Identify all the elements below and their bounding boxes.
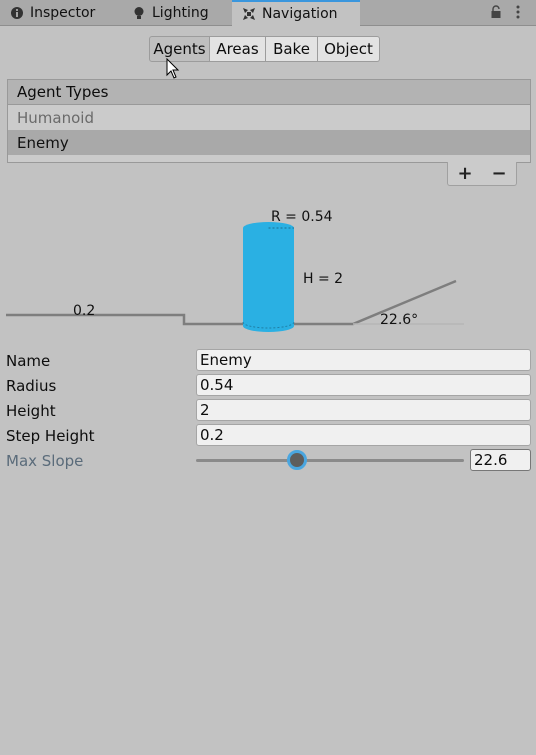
object-button[interactable]: Object: [318, 36, 380, 62]
height-field[interactable]: 2: [196, 399, 531, 421]
slope-angle-label: 22.6°: [380, 312, 418, 328]
tab-inspector[interactable]: Inspector: [0, 0, 118, 25]
tab-lighting[interactable]: Lighting: [122, 0, 230, 25]
mouse-cursor-icon: [166, 57, 180, 80]
areas-button[interactable]: Areas: [210, 36, 266, 62]
more-options-icon[interactable]: [510, 4, 526, 20]
max-slope-slider-track[interactable]: [196, 459, 464, 462]
window-tab-bar: Inspector Lighting Navigation: [0, 0, 536, 26]
name-label: Name: [6, 352, 51, 370]
agent-cylinder: [242, 222, 295, 332]
navigation-mode-toolbar: Agents Areas Bake Object: [149, 36, 380, 62]
lock-icon[interactable]: [488, 4, 504, 20]
agent-types-header: Agent Types: [8, 80, 530, 105]
radius-label: Radius: [6, 377, 57, 395]
tab-lighting-label: Lighting: [152, 4, 209, 21]
tab-inspector-label: Inspector: [30, 4, 96, 21]
remove-agent-button[interactable]: −: [482, 162, 516, 185]
add-agent-button[interactable]: +: [448, 162, 482, 185]
name-field[interactable]: Enemy: [196, 349, 531, 371]
agent-diagram: R = 0.54 H = 2 0.2 22.6°: [6, 209, 464, 332]
lightbulb-icon: [132, 6, 146, 20]
max-slope-label: Max Slope: [6, 452, 84, 470]
max-slope-slider-thumb[interactable]: [287, 450, 308, 470]
add-remove-controls: + −: [447, 162, 517, 186]
agent-types-list: Agent Types Humanoid Enemy: [7, 79, 531, 163]
info-icon: [10, 6, 24, 20]
radius-label: R = 0.54: [271, 209, 333, 225]
step-height-label: 0.2: [73, 303, 95, 319]
bake-button[interactable]: Bake: [266, 36, 318, 62]
list-item-humanoid[interactable]: Humanoid: [8, 105, 530, 130]
height-label: H = 2: [303, 271, 343, 287]
tab-navigation-label: Navigation: [262, 6, 338, 22]
radius-field[interactable]: 0.54: [196, 374, 531, 396]
height-label: Height: [6, 402, 56, 420]
tab-navigation[interactable]: Navigation: [232, 0, 360, 26]
step-height-label: Step Height: [6, 427, 95, 445]
navigation-icon: [242, 7, 256, 21]
list-item-enemy[interactable]: Enemy: [8, 130, 530, 155]
step-height-field[interactable]: 0.2: [196, 424, 531, 446]
max-slope-field[interactable]: 22.6: [470, 449, 531, 471]
